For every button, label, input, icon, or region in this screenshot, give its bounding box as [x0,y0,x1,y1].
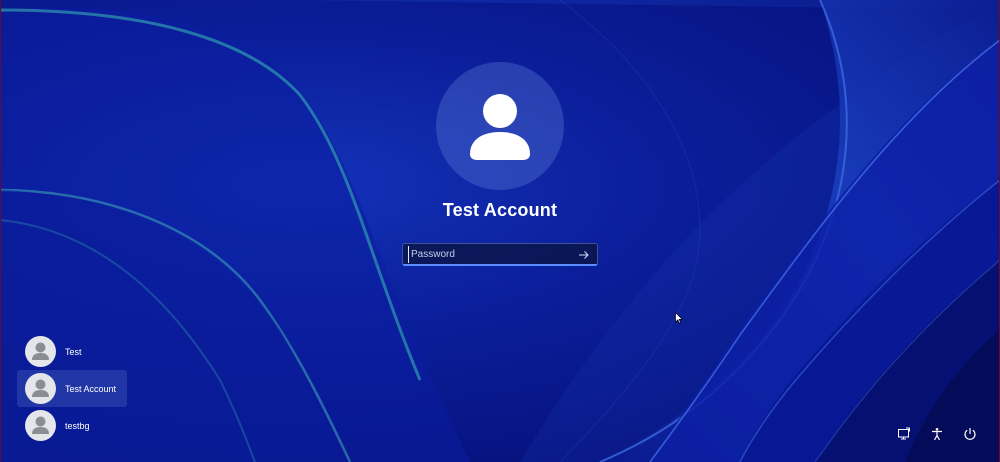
password-field[interactable] [402,243,598,266]
user-avatar-small [25,373,56,404]
user-avatar-icon [32,379,49,397]
user-avatar-icon [470,94,530,160]
user-avatar-icon [32,342,49,360]
password-input[interactable] [408,246,576,263]
network-button[interactable] [896,426,912,442]
accessibility-icon [932,428,942,441]
network-icon [898,427,910,440]
user-avatar-small [25,336,56,367]
user-switcher-list: Test Test Account testbg [17,333,127,444]
mouse-cursor [675,311,684,324]
user-list-item[interactable]: testbg [17,407,127,444]
user-list-item-label: Test Account [65,383,117,394]
user-avatar-small [25,410,56,441]
power-button[interactable] [962,426,978,442]
screen-edge-left [0,0,1,462]
submit-button[interactable] [576,246,592,263]
lock-screen: Test Account Test Test Account testbg [0,0,1000,462]
user-list-item-selected[interactable]: Test Account [17,370,127,407]
user-avatar-icon [32,416,49,434]
user-list-item[interactable]: Test [17,333,127,370]
system-tray [896,426,978,442]
power-icon [964,428,976,440]
user-list-item-label: testbg [65,420,90,431]
selected-user-name: Test Account [442,200,558,220]
arrow-right-icon [579,250,589,259]
user-list-item-label: Test [65,346,82,357]
selected-user-avatar [436,62,564,190]
accessibility-button[interactable] [929,426,945,442]
